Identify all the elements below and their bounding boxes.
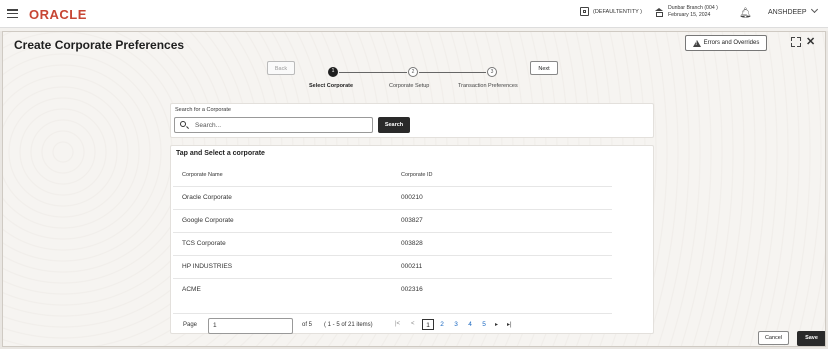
cancel-button[interactable]: Cancel bbox=[758, 331, 789, 345]
column-header-corporate-id: Corporate ID bbox=[401, 172, 433, 178]
page-link-5[interactable]: 5 bbox=[478, 319, 490, 330]
search-icon bbox=[180, 121, 186, 127]
branch-icon bbox=[655, 7, 664, 17]
bell-icon[interactable]: 🔔︎ bbox=[739, 8, 752, 19]
page-link-3[interactable]: 3 bbox=[450, 319, 462, 330]
first-page-icon[interactable]: |< bbox=[395, 321, 400, 327]
previous-page-icon[interactable]: < bbox=[411, 321, 415, 327]
items-range-label: ( 1 - 5 of 21 items) bbox=[324, 322, 373, 328]
back-button[interactable]: Back bbox=[267, 61, 295, 75]
step-1-indicator[interactable]: 1 bbox=[328, 67, 338, 77]
step-connector bbox=[339, 72, 407, 73]
page-link-1[interactable]: 1 bbox=[422, 319, 434, 330]
errors-and-overrides-label: Errors and Overrides bbox=[703, 40, 760, 46]
corporate-name-cell: ACME bbox=[182, 286, 201, 293]
user-menu[interactable]: ANSHDEEP bbox=[768, 5, 818, 16]
page-link-2[interactable]: 2 bbox=[436, 319, 448, 330]
step-2-label: Corporate Setup bbox=[389, 83, 430, 89]
search-box[interactable] bbox=[174, 117, 373, 133]
last-page-icon[interactable]: ▸| bbox=[507, 321, 512, 328]
table-row[interactable]: Oracle Corporate 000210 bbox=[173, 186, 612, 209]
page-title: Create Corporate Preferences bbox=[14, 38, 185, 52]
step-connector bbox=[419, 72, 486, 73]
step-1-label: Select Corporate bbox=[309, 83, 354, 89]
oracle-logo: ORACLE bbox=[29, 7, 87, 22]
warning-icon bbox=[692, 39, 701, 47]
table-row[interactable]: ACME 002316 bbox=[173, 278, 612, 301]
branch-date: February 15, 2024 bbox=[668, 12, 711, 18]
page-number-input[interactable]: 1 bbox=[208, 318, 293, 334]
top-bar: ORACLE (DEFAULTENTITY ) Dunbar Branch (0… bbox=[0, 0, 828, 28]
next-page-icon[interactable]: ▸ bbox=[495, 321, 498, 328]
corporate-name-cell: TCS Corporate bbox=[182, 240, 226, 247]
pagination-bar: Page 1 of 5 ( 1 - 5 of 21 items) |< < 1 … bbox=[173, 313, 612, 336]
expand-icon[interactable] bbox=[791, 37, 801, 47]
entity-icon bbox=[580, 7, 589, 16]
table-row[interactable]: Google Corporate 003827 bbox=[173, 209, 612, 232]
branch-selector[interactable]: Dunbar Branch (004 ) February 15, 2024 bbox=[655, 5, 718, 19]
search-input[interactable] bbox=[195, 120, 365, 130]
close-icon[interactable]: ✕ bbox=[806, 35, 815, 48]
column-header-corporate-name: Corporate Name bbox=[182, 172, 223, 178]
page-count-label: of 5 bbox=[302, 322, 313, 328]
errors-and-overrides-button[interactable]: Errors and Overrides bbox=[685, 35, 767, 51]
table-row[interactable]: HP INDUSTRIES 000211 bbox=[173, 255, 612, 278]
corporate-id-cell: 003827 bbox=[401, 217, 423, 224]
step-3-label: Transaction Preferences bbox=[458, 83, 518, 89]
search-panel: Search for a Corporate Search bbox=[170, 103, 654, 138]
corporate-id-cell: 002316 bbox=[401, 286, 423, 293]
entity-selector[interactable]: (DEFAULTENTITY ) bbox=[580, 7, 642, 16]
step-2-indicator[interactable]: 2 bbox=[408, 67, 418, 77]
save-button[interactable]: Save bbox=[797, 331, 825, 346]
search-label: Search for a Corporate bbox=[175, 107, 231, 113]
create-corporate-preferences-dialog: Create Corporate Preferences Errors and … bbox=[2, 31, 826, 347]
page-link-4[interactable]: 4 bbox=[464, 319, 476, 330]
page-label: Page bbox=[183, 322, 198, 328]
corporate-id-cell: 000211 bbox=[401, 263, 423, 270]
branch-name: Dunbar Branch (004 ) bbox=[668, 5, 718, 11]
user-name: ANSHDEEP bbox=[768, 9, 807, 16]
entity-label: (DEFAULTENTITY ) bbox=[593, 8, 642, 15]
corporate-list-panel: Tap and Select a corporate Corporate Nam… bbox=[170, 145, 654, 334]
corporate-id-cell: 003828 bbox=[401, 240, 423, 247]
corporate-name-cell: Google Corporate bbox=[182, 217, 234, 224]
corporate-id-cell: 000210 bbox=[401, 194, 423, 201]
table-row[interactable]: TCS Corporate 003828 bbox=[173, 232, 612, 255]
chevron-down-icon bbox=[810, 5, 818, 14]
corporate-name-cell: HP INDUSTRIES bbox=[182, 263, 233, 270]
step-3-indicator[interactable]: 3 bbox=[487, 67, 497, 77]
search-button[interactable]: Search bbox=[378, 117, 410, 133]
table-title: Tap and Select a corporate bbox=[176, 150, 265, 157]
hamburger-icon[interactable] bbox=[7, 9, 18, 19]
next-button[interactable]: Next bbox=[530, 61, 558, 75]
corporate-name-cell: Oracle Corporate bbox=[182, 194, 232, 201]
